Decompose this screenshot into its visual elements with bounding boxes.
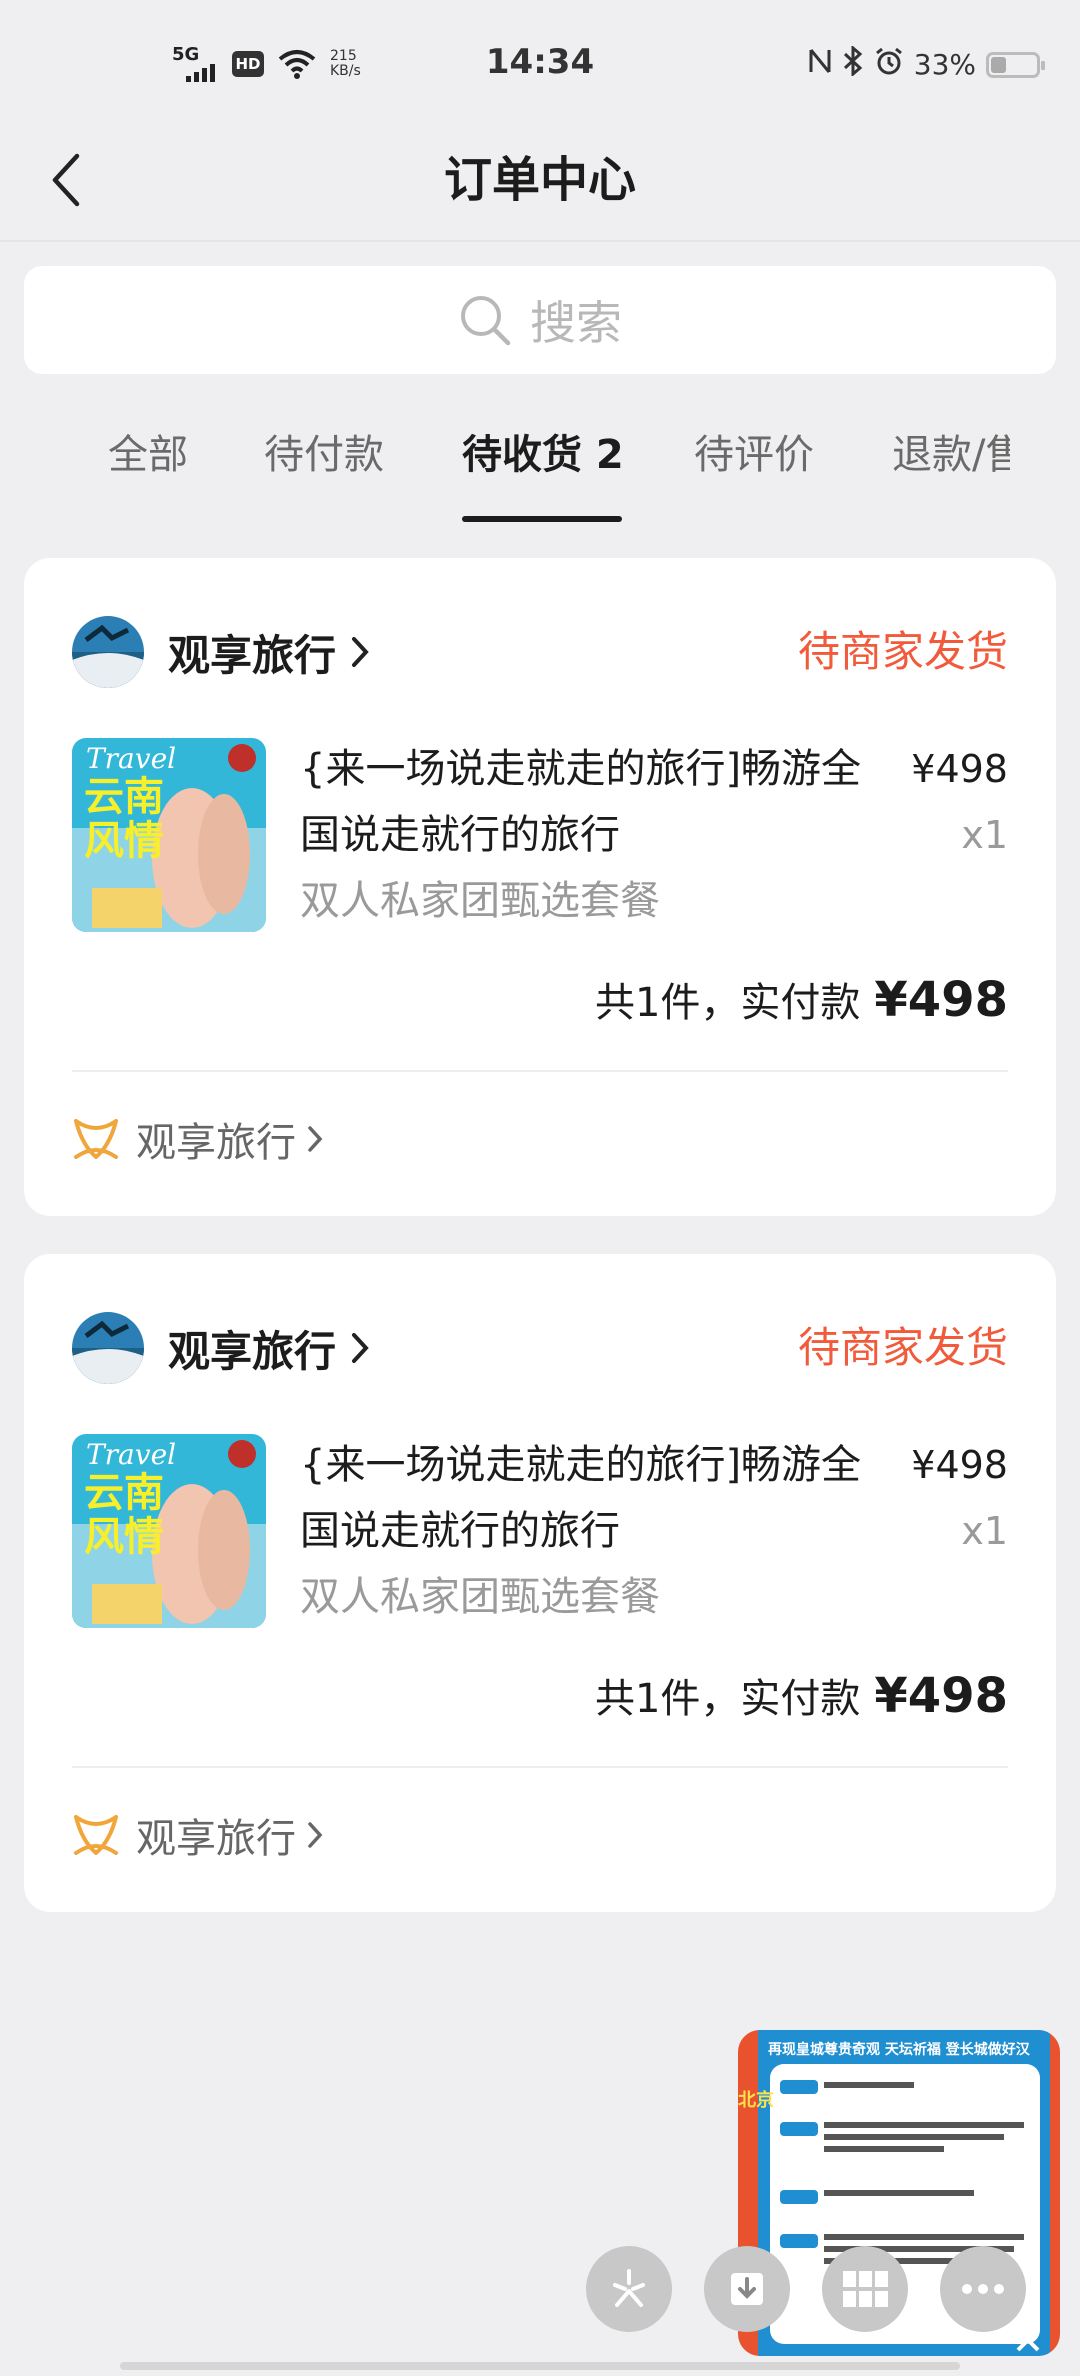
thumb-travel-text: Travel	[86, 742, 176, 775]
thumb-title-line-2: 风情	[84, 818, 164, 864]
shop-avatar	[72, 1312, 144, 1384]
tab-refund-clip: 退款/售后	[892, 420, 1010, 500]
page-title: 订单中心	[443, 152, 636, 208]
thumb-title-line-1: 云南	[84, 774, 164, 820]
chevron-right-icon	[352, 1333, 369, 1363]
total-label: 共1件，实付款	[594, 980, 861, 1026]
active-tab-indicator	[462, 516, 622, 522]
preview-side-tag: 北京	[738, 2089, 774, 2111]
search-input[interactable]: 搜索	[24, 266, 1056, 374]
unit-price: ¥498	[911, 1443, 1008, 1487]
order-card[interactable]: 观享旅行 待商家发货 Travel 云南 风情 {来一场说走就走的旅行]畅游全国…	[24, 1254, 1056, 1912]
tab-all[interactable]: 全部	[108, 420, 188, 490]
sparkle-icon	[613, 2269, 645, 2307]
divider	[72, 1766, 1008, 1768]
total-price: ¥498	[874, 972, 1008, 1028]
search-placeholder: 搜索	[530, 296, 622, 350]
order-card[interactable]: 观享旅行 待商家发货 Travel 云南 风情 {来一场说走就走的旅行]畅游全国…	[24, 558, 1056, 1216]
brand-link[interactable]: 观享旅行	[72, 1110, 324, 1168]
quantity: x1	[961, 813, 1008, 857]
product-name[interactable]: {来一场说走就走的旅行]畅游全国说走就行的旅行	[300, 1432, 900, 1564]
order-status: 待商家发货	[797, 1323, 1008, 1372]
shop-name: 观享旅行	[168, 1326, 337, 1376]
battery-icon	[986, 51, 1045, 78]
chevron-right-icon	[308, 1126, 323, 1152]
status-bar: 5G HD 215 KB/s 14:34 33%	[0, 0, 1080, 130]
product-spec: 双人私家团甄选套餐	[300, 878, 660, 924]
brand-name: 观享旅行	[136, 1120, 296, 1166]
grid-icon	[843, 2271, 888, 2307]
shop-name: 观享旅行	[168, 630, 337, 680]
order-total: 共1件，实付款 ¥498	[595, 1666, 1008, 1724]
tab-pending-payment[interactable]: 待付款	[264, 420, 384, 490]
thumb-title-line-1: 云南	[84, 1470, 164, 1516]
chevron-right-icon	[352, 637, 369, 667]
search-icon	[461, 296, 511, 346]
more-dots-icon	[962, 2284, 1004, 2294]
unit-price: ¥498	[911, 747, 1008, 791]
nav-bar: 订单中心	[0, 130, 1080, 242]
product-thumbnail[interactable]: Travel 云南 风情	[72, 1434, 266, 1628]
preview-headline: 再现皇城尊贵奇观 天坛祈福 登长城做好汉	[768, 2041, 1031, 2058]
product-thumbnail[interactable]: Travel 云南 风情	[72, 738, 266, 932]
tab-refund[interactable]: 退款/售后	[892, 420, 1010, 490]
order-status: 待商家发货	[797, 627, 1008, 676]
tab-pending-review[interactable]: 待评价	[694, 420, 814, 490]
alarm-icon	[874, 46, 904, 83]
bluetooth-icon	[842, 44, 864, 83]
battery-percentage: 33%	[913, 48, 976, 81]
total-price: ¥498	[874, 1668, 1008, 1724]
tab-pending-receipt[interactable]: 待收货 2	[462, 420, 624, 490]
download-icon	[731, 2273, 763, 2305]
nfc-icon	[808, 47, 832, 82]
more-button[interactable]	[940, 2246, 1026, 2332]
product-spec: 双人私家团甄选套餐	[300, 1574, 660, 1620]
quantity: x1	[961, 1509, 1008, 1553]
brand-logo-icon	[74, 1815, 118, 1855]
brand-name: 观享旅行	[136, 1816, 296, 1862]
shop-avatar	[72, 616, 144, 688]
chevron-right-icon	[308, 1822, 323, 1848]
download-button[interactable]	[704, 2246, 790, 2332]
product-name[interactable]: {来一场说走就走的旅行]畅游全国说走就行的旅行	[300, 736, 900, 868]
brand-link[interactable]: 观享旅行	[72, 1806, 324, 1864]
assistant-button[interactable]	[586, 2246, 672, 2332]
thumb-travel-text: Travel	[86, 1438, 176, 1471]
divider	[72, 1070, 1008, 1072]
total-label: 共1件，实付款	[594, 1676, 861, 1722]
shop-link[interactable]: 观享旅行	[72, 616, 370, 688]
home-indicator[interactable]	[120, 2362, 960, 2370]
grid-button[interactable]	[822, 2246, 908, 2332]
order-total: 共1件，实付款 ¥498	[595, 970, 1008, 1028]
shop-link[interactable]: 观享旅行	[72, 1312, 370, 1384]
thumb-title-line-2: 风情	[84, 1514, 164, 1560]
order-tabs: 全部 待付款 待收货 2 待评价 退款/售后	[0, 410, 1080, 522]
brand-logo-icon	[74, 1119, 118, 1159]
